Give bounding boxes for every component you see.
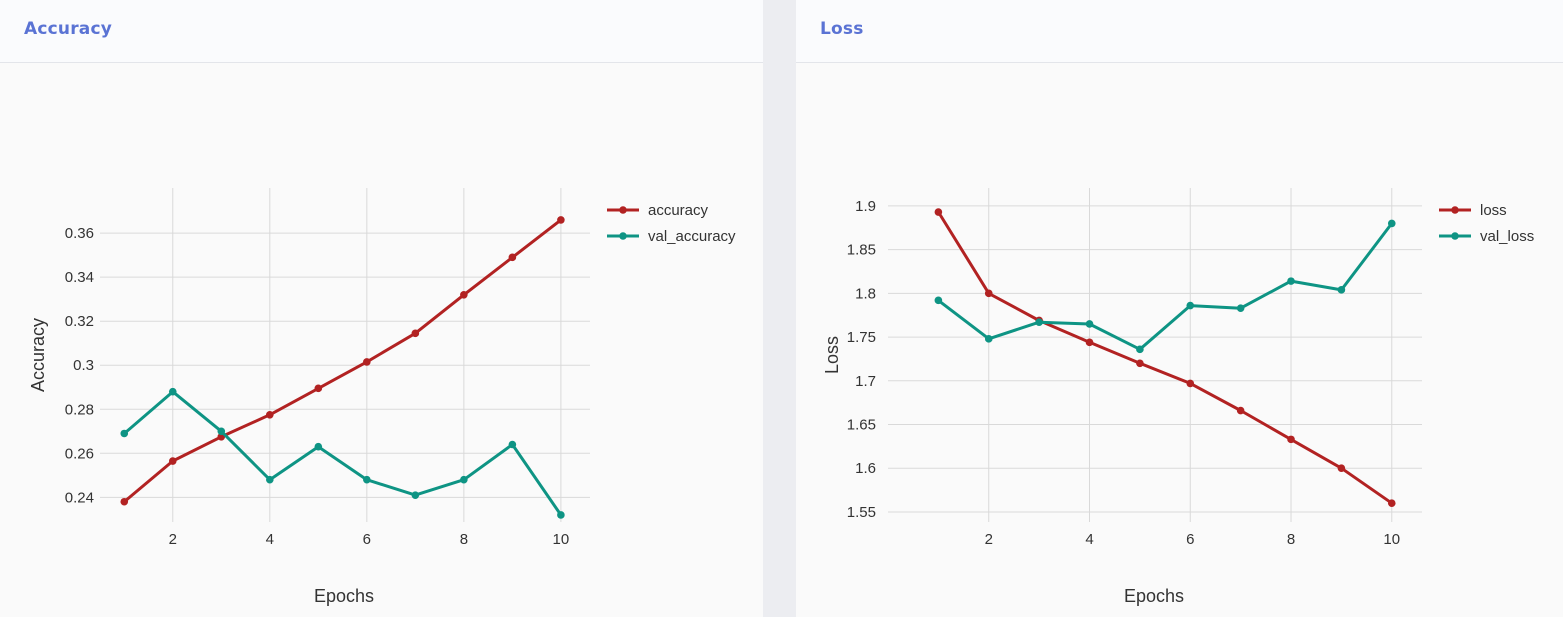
y-tick-label: 1.75 <box>847 329 876 346</box>
y-tick-label: 1.55 <box>847 504 876 521</box>
data-point-val-loss <box>1287 277 1295 285</box>
data-point-val-accuracy <box>460 475 468 484</box>
x-axis-label: Epochs <box>314 586 374 606</box>
accuracy-chart: 2 4 6 8 10 0.24 0.26 0.28 0.3 0.32 0.34 0.36 Epochs A… <box>28 188 736 606</box>
data-point-loss <box>1287 435 1295 444</box>
x-tick-label: 6 <box>1186 531 1194 548</box>
y-tick-label: 1.85 <box>847 242 876 259</box>
y-tick-label: 0.32 <box>65 313 94 330</box>
data-point-val-loss <box>1136 345 1144 354</box>
data-point-loss <box>1186 379 1195 388</box>
series-line-val-loss <box>936 221 1394 351</box>
data-point-val-accuracy <box>557 511 565 519</box>
data-point-val-loss <box>1186 301 1195 310</box>
y-axis-label: Loss <box>822 336 842 374</box>
x-tick-label: 2 <box>985 531 993 548</box>
x-tick-label: 10 <box>553 531 570 548</box>
data-point-loss <box>934 208 943 216</box>
y-tick-label: 1.8 <box>855 285 876 302</box>
x-axis-label: Epochs <box>1124 586 1184 606</box>
data-point-val-accuracy <box>120 429 129 438</box>
data-point-loss <box>1236 406 1245 415</box>
y-tick-label: 1.65 <box>847 417 876 434</box>
x-tick-label: 4 <box>1085 531 1093 548</box>
legend-marker-val-loss <box>1451 232 1459 240</box>
loss-chart: 2 4 6 8 10 1.55 1.6 1.65 1.7 1.75 1.8 1.85 1.9 Epochs… <box>822 188 1534 606</box>
data-point-accuracy <box>460 290 468 299</box>
legend-marker-val-accuracy <box>619 232 627 240</box>
data-point-val-loss <box>1035 318 1043 327</box>
data-point-val-accuracy <box>508 440 517 449</box>
y-tick-label: 0.34 <box>65 269 94 286</box>
legend-label-loss: loss <box>1480 202 1507 219</box>
x-tick-label: 2 <box>169 531 177 548</box>
data-point-val-loss <box>934 296 943 305</box>
loss-panel: Loss 2 4 6 8 10 1.55 1.6 1.65 1.7 1.75 1.8 1.85 1.9 E… <box>796 0 1563 617</box>
x-tick-label: 8 <box>1287 531 1295 548</box>
data-point-val-loss <box>1236 304 1245 313</box>
data-point-val-accuracy <box>168 387 177 396</box>
data-point-loss <box>984 289 993 298</box>
series-line-accuracy <box>122 218 563 504</box>
data-point-val-loss <box>1387 219 1396 228</box>
data-point-accuracy <box>120 497 129 506</box>
legend-label-val-accuracy: val_accuracy <box>648 228 736 245</box>
data-point-loss <box>1085 338 1094 347</box>
x-tick-label: 4 <box>266 531 274 548</box>
data-point-accuracy <box>266 410 274 419</box>
data-point-loss <box>1387 499 1396 508</box>
x-tick-label: 8 <box>460 531 468 548</box>
data-point-accuracy <box>557 216 565 224</box>
series-line-loss <box>936 210 1394 505</box>
y-tick-label: 0.36 <box>65 225 94 242</box>
y-axis-label: Accuracy <box>28 318 48 392</box>
data-point-loss <box>1337 464 1346 473</box>
legend-marker-accuracy <box>619 206 627 214</box>
data-point-accuracy <box>363 358 371 366</box>
data-point-val-accuracy <box>217 427 226 436</box>
legend-marker-loss <box>1451 206 1459 214</box>
data-point-loss <box>1136 359 1144 368</box>
data-point-val-loss <box>1337 286 1346 294</box>
data-point-accuracy <box>314 384 323 393</box>
data-point-accuracy <box>508 253 517 262</box>
data-point-accuracy <box>411 329 420 338</box>
y-tick-label: 0.28 <box>65 401 94 418</box>
data-point-val-accuracy <box>411 491 420 499</box>
data-point-val-accuracy <box>363 475 371 484</box>
y-tick-label: 1.7 <box>855 373 876 390</box>
x-tick-label: 10 <box>1383 531 1400 548</box>
y-tick-label: 1.6 <box>855 460 876 477</box>
data-point-val-loss <box>1085 320 1094 328</box>
data-point-val-loss <box>984 335 993 343</box>
accuracy-panel: Accuracy 2 4 6 8 10 0.24 0.26 0.28 0.3 0.32 0.34 0.… <box>0 0 763 617</box>
x-tick-label: 6 <box>363 531 371 548</box>
legend-label-accuracy: accuracy <box>648 202 709 219</box>
y-tick-label: 1.9 <box>855 198 876 215</box>
data-point-val-accuracy <box>266 475 274 484</box>
data-point-val-accuracy <box>314 442 323 451</box>
data-point-accuracy <box>168 457 177 465</box>
y-tick-label: 0.26 <box>65 445 94 462</box>
y-tick-label: 0.24 <box>65 489 94 506</box>
legend-label-val-loss: val_loss <box>1480 228 1534 245</box>
y-tick-label: 0.3 <box>73 357 94 374</box>
